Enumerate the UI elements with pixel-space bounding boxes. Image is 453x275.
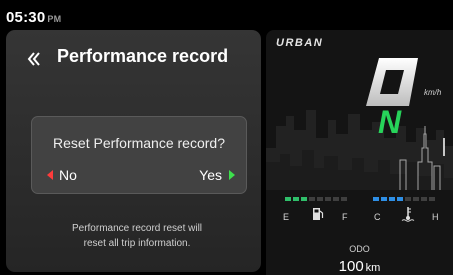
- status-bar: 05:30 PM: [0, 0, 453, 27]
- arrow-left-icon: [47, 170, 53, 180]
- temp-gauge-segment: [397, 197, 403, 201]
- settings-panel: Performance record Reset Performance rec…: [6, 30, 261, 272]
- fuel-gauge-segment: [317, 197, 323, 201]
- fuel-empty-label: E: [283, 212, 290, 222]
- fuel-gauge-segment: [285, 197, 291, 201]
- temp-gauge-segment: [381, 197, 387, 201]
- fuel-gauge-segment: [325, 197, 331, 201]
- fuel-gauge: [285, 197, 347, 201]
- no-label: No: [59, 167, 77, 183]
- temperature-gauge: [373, 197, 435, 201]
- info-line-1: Performance record reset will: [71, 223, 203, 234]
- temp-gauge-segment: [429, 197, 435, 201]
- temp-gauge-segment: [389, 197, 395, 201]
- temp-gauge-segment: [421, 197, 427, 201]
- speed-unit: km/h: [424, 88, 442, 97]
- temp-gauge-segment: [413, 197, 419, 201]
- info-text: Performance record reset will reset all …: [26, 221, 248, 251]
- speed-digit: [366, 58, 418, 106]
- odometer-label: ODO: [349, 244, 370, 254]
- odometer-value: 100 km: [266, 258, 453, 275]
- odometer-unit: km: [365, 262, 381, 274]
- clock-time: 05:30: [6, 9, 46, 26]
- yes-button[interactable]: Yes: [199, 167, 235, 183]
- fuel-gauge-segment: [333, 197, 339, 201]
- fuel-gauge-segment: [301, 197, 307, 201]
- no-button[interactable]: No: [47, 167, 77, 183]
- clock: 05:30 PM: [6, 9, 61, 26]
- gear-indicator: N: [378, 104, 402, 140]
- clock-ampm: PM: [47, 14, 62, 24]
- fuel-gauge-segment: [341, 197, 347, 201]
- brand-logo: URBAN: [276, 37, 324, 49]
- yes-label: Yes: [199, 167, 222, 183]
- temp-gauge-segment: [373, 197, 379, 201]
- page-title: Performance record: [57, 46, 229, 66]
- fuel-gauge-segment: [293, 197, 299, 201]
- temp-gauge-segment: [405, 197, 411, 201]
- arrow-right-icon: [229, 170, 235, 180]
- back-button[interactable]: [25, 50, 43, 68]
- cluster-panel: URBAN km/h N E F C H ODO 100 km: [266, 30, 453, 275]
- fuel-full-label: F: [342, 212, 348, 222]
- fuel-gauge-segment: [309, 197, 315, 201]
- coolant-temp-icon: [401, 207, 415, 222]
- dialog-question: Reset Performance record?: [53, 135, 225, 151]
- info-line-2: reset all trip information.: [83, 238, 191, 249]
- chevron-left-icon: [27, 52, 40, 66]
- temp-hot-label: H: [432, 212, 439, 222]
- reset-dialog: Reset Performance record? No Yes: [31, 116, 247, 194]
- fuel-pump-icon: [313, 208, 324, 220]
- odometer-number: 100: [338, 258, 364, 275]
- temp-cold-label: C: [374, 212, 381, 222]
